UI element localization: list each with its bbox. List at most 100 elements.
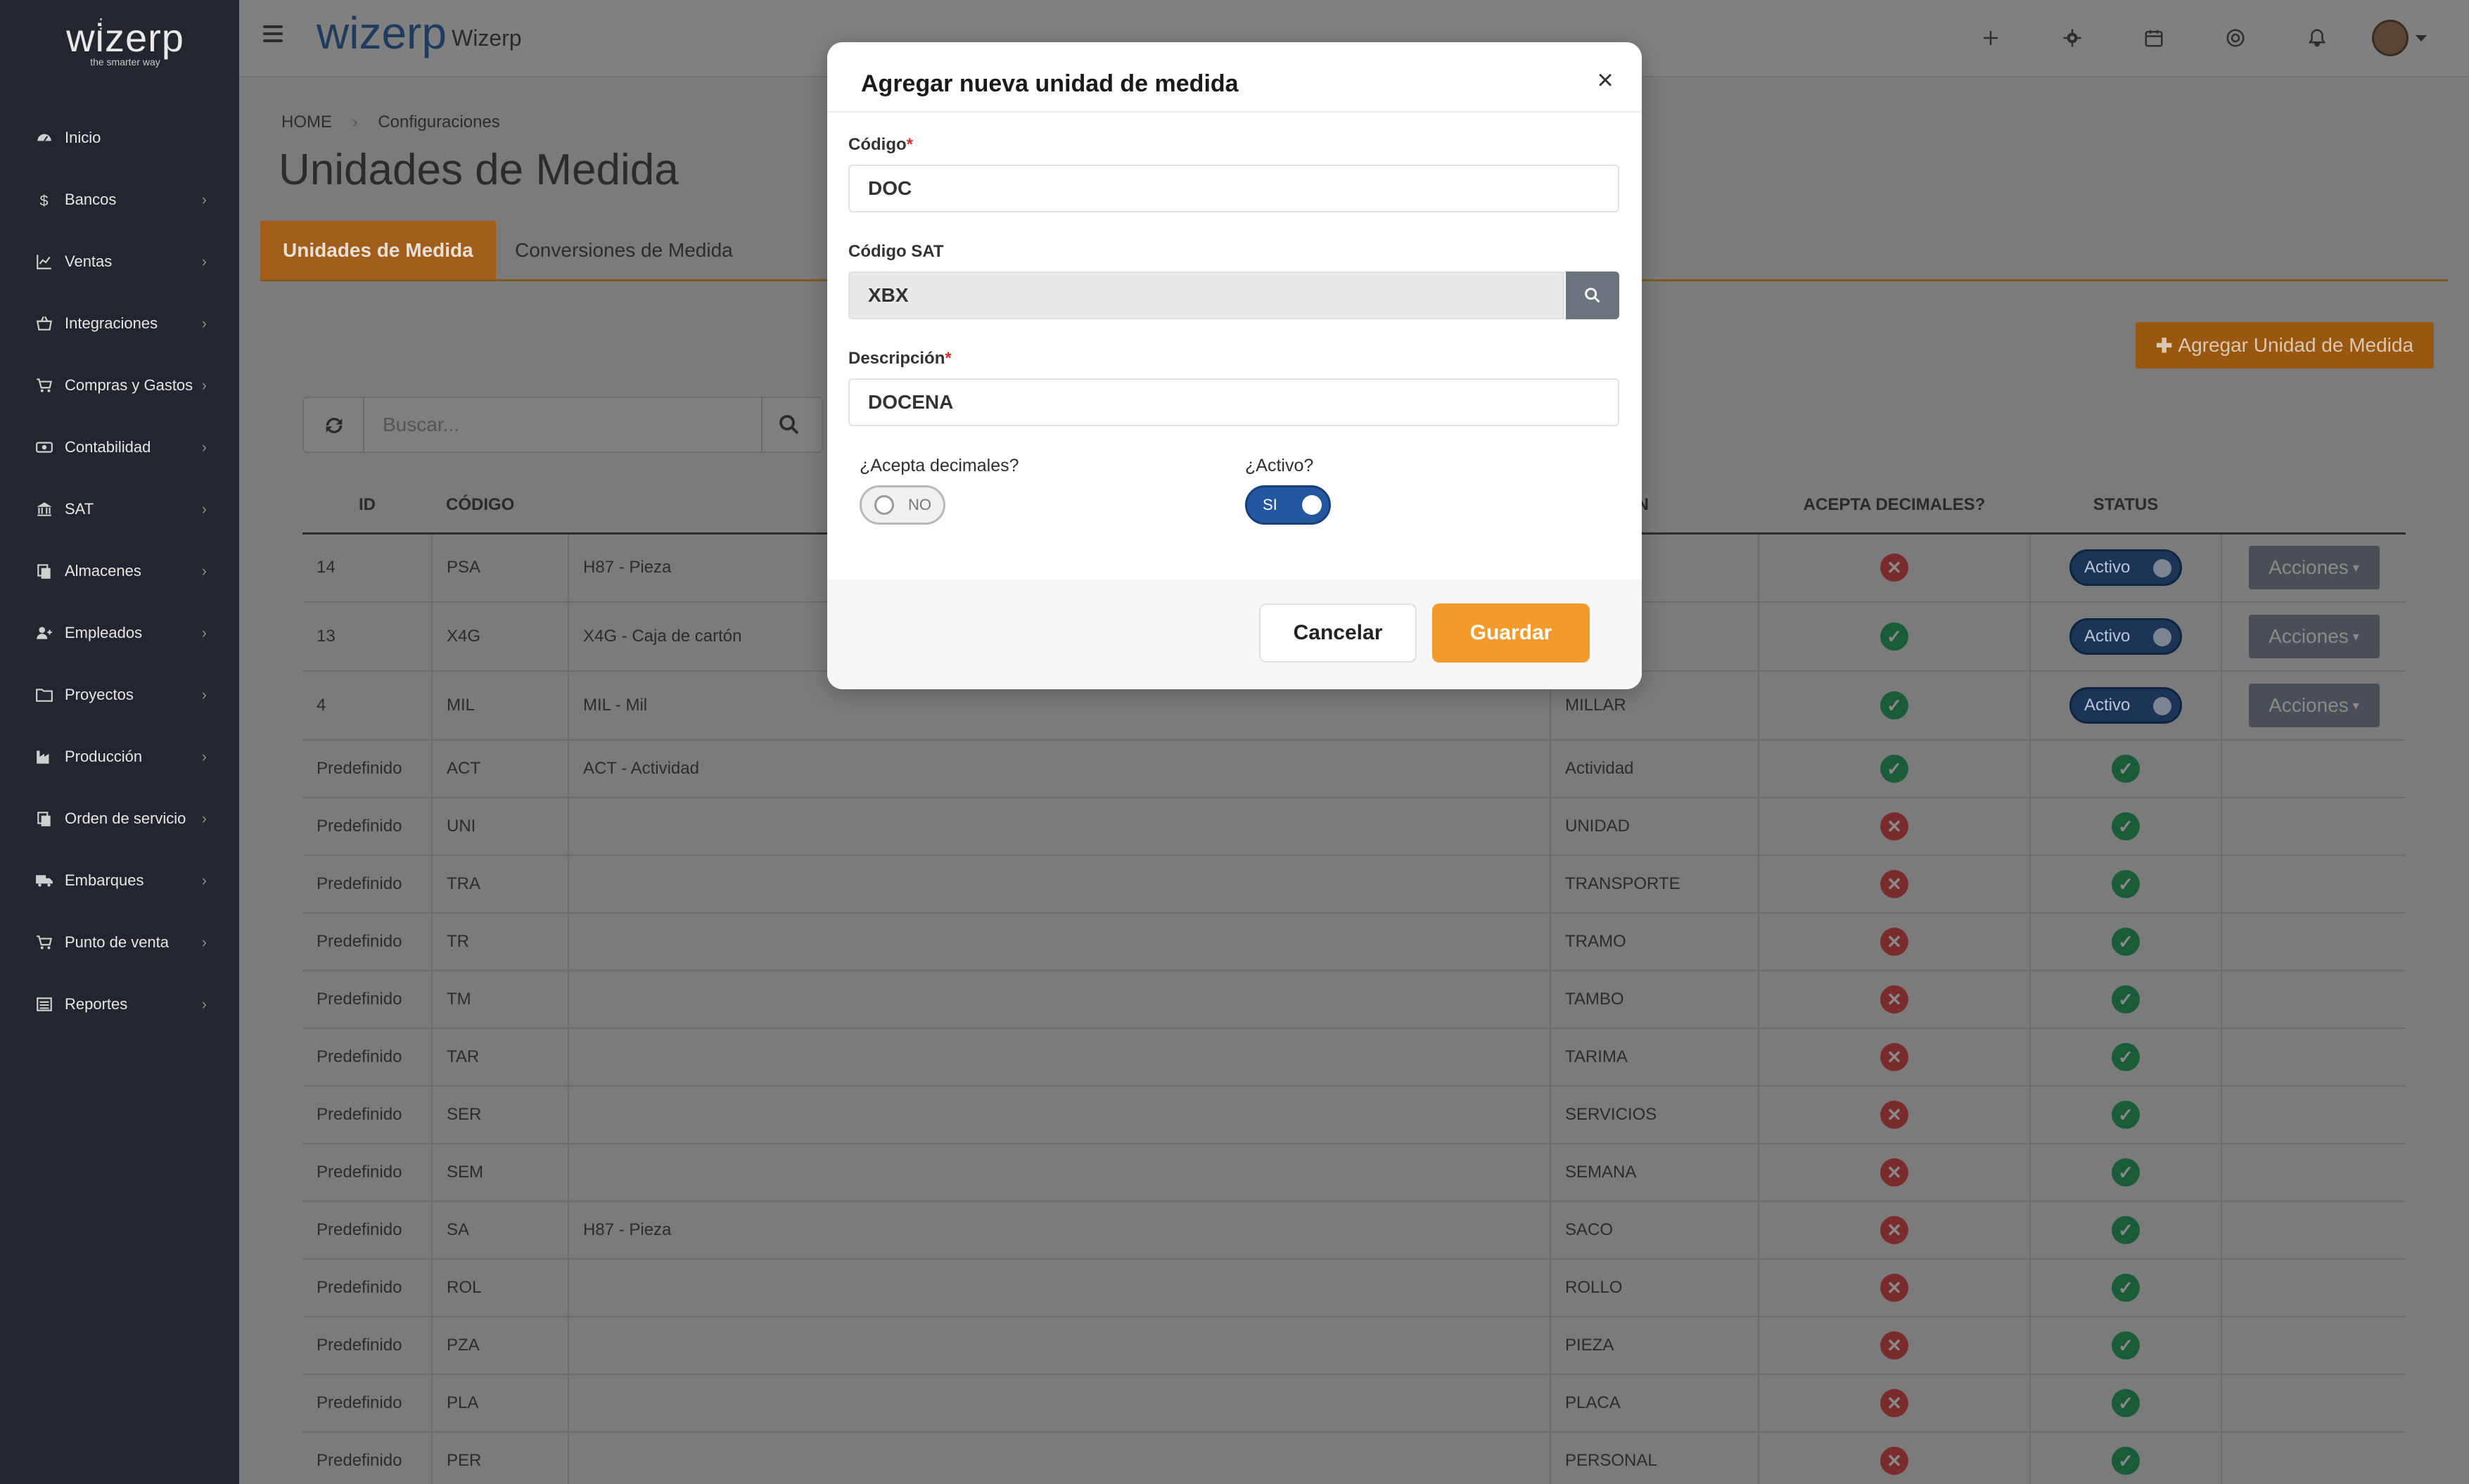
cell-sat-code: H87 - Pieza <box>568 1201 1551 1260</box>
sidebar-item-inicio[interactable]: Inicio <box>0 107 239 169</box>
breadcrumb-current[interactable]: Configuraciones <box>378 113 499 132</box>
cell-accepts-decimals: ✕ <box>1759 1144 2031 1202</box>
sidebar-item-integraciones[interactable]: Integraciones › <box>0 293 239 354</box>
cell-description: SERVICIOS <box>1550 1086 1759 1144</box>
active-label: ¿Activo? <box>1245 456 1314 475</box>
search-icon <box>1585 288 1600 303</box>
cancel-button[interactable]: Cancelar <box>1259 603 1417 663</box>
toggle-text: NO <box>908 496 931 513</box>
cell-code: ROL <box>432 1259 569 1317</box>
add-unit-button[interactable]: ✚ Agregar Unidad de Medida <box>2136 322 2434 369</box>
user-avatar[interactable] <box>2372 20 2409 56</box>
sidebar-item-empleados[interactable]: Empleados › <box>0 602 239 664</box>
status-toggle[interactable]: Activo <box>2069 618 2182 655</box>
cell-sat-code <box>568 798 1551 856</box>
header-code[interactable]: CÓDIGO <box>432 478 568 535</box>
sidebar-item-sat[interactable]: SAT › <box>0 478 239 540</box>
actions-dropdown-button[interactable]: Acciones ▾ <box>2248 546 2380 590</box>
sidebar-item-label: Punto de venta <box>65 933 170 951</box>
table-row[interactable]: Predefinido TAR TARIMA ✕ ✓ <box>302 1028 2406 1087</box>
sidebar-item-producción[interactable]: Producción › <box>0 726 239 788</box>
table-row[interactable]: Predefinido ROL ROLLO ✕ ✓ <box>302 1259 2406 1317</box>
table-row[interactable]: Predefinido UNI UNIDAD ✕ ✓ <box>302 798 2406 856</box>
description-input[interactable]: DOCENA <box>848 378 1619 426</box>
sidebar-item-punto-de-venta[interactable]: Punto de venta › <box>0 911 239 973</box>
header-accepts-decimals[interactable]: ACEPTA DECIMALES? <box>1759 478 2030 535</box>
table-row[interactable]: Predefinido TRA TRANSPORTE ✕ ✓ <box>302 855 2406 914</box>
cell-description: SEMANA <box>1550 1144 1759 1202</box>
plus-icon[interactable] <box>1950 18 2031 58</box>
sidebar-item-compras-y-gastos[interactable]: Compras y Gastos › <box>0 354 239 416</box>
actions-dropdown-button[interactable]: Acciones ▾ <box>2248 684 2380 727</box>
sidebar-item-embarques[interactable]: Embarques › <box>0 850 239 911</box>
search-icon[interactable] <box>777 412 802 437</box>
table-row[interactable]: Predefinido SEM SEMANA ✕ ✓ <box>302 1144 2406 1202</box>
save-button[interactable]: Guardar <box>1432 603 1590 663</box>
status-toggle[interactable]: Activo <box>2069 687 2182 724</box>
caret-down-icon: ▾ <box>2352 629 2359 644</box>
tab-conversiones-de-medida[interactable]: Conversiones de Medida <box>492 221 755 280</box>
table-row[interactable]: Predefinido TM TAMBO ✕ ✓ <box>302 971 2406 1029</box>
sidebar-item-bancos[interactable]: $ Bancos › <box>0 169 239 231</box>
tab-unidades-de-medida[interactable]: Unidades de Medida <box>260 221 496 280</box>
search-input[interactable]: Buscar... <box>383 414 459 436</box>
support-icon[interactable] <box>2195 18 2276 58</box>
actions-dropdown-button[interactable]: Acciones ▾ <box>2248 615 2380 658</box>
status-toggle[interactable]: Activo <box>2069 549 2182 587</box>
refresh-icon[interactable] <box>322 414 346 437</box>
table-row[interactable]: Predefinido PLA PLACA ✕ ✓ <box>302 1374 2406 1433</box>
table-row[interactable]: Predefinido TR TRAMO ✕ ✓ <box>302 913 2406 971</box>
bell-icon[interactable] <box>2276 18 2358 58</box>
close-icon[interactable]: × <box>1594 66 1616 94</box>
chevron-right-icon: › <box>201 314 207 332</box>
sidebar-item-proyectos[interactable]: Proyectos › <box>0 664 239 726</box>
cell-accepts-decimals: ✕ <box>1759 1028 2031 1087</box>
sat-search-button[interactable] <box>1566 271 1619 319</box>
table-row[interactable]: Predefinido ACT ACT - Actividad Actividad ✓ ✓ <box>302 740 2406 798</box>
check-circle-icon: ✓ <box>2112 1274 2140 1302</box>
check-circle-icon: ✓ <box>2112 1447 2140 1475</box>
cell-id: Predefinido <box>302 1259 433 1317</box>
sidebar-logo[interactable]: ⁚ wizerp the smarter way <box>62 15 189 79</box>
logo-wordmark: wizerp <box>66 15 184 60</box>
cell-description: TAMBO <box>1550 971 1759 1029</box>
sidebar-item-ventas[interactable]: Ventas › <box>0 231 239 293</box>
check-circle-icon: ✓ <box>2112 1101 2140 1129</box>
accepts-decimals-toggle[interactable]: NO <box>860 485 945 525</box>
x-circle-icon: ✕ <box>1880 985 1908 1013</box>
table-row[interactable]: Predefinido SER SERVICIOS ✕ ✓ <box>302 1086 2406 1144</box>
calendar-icon[interactable] <box>2113 18 2195 58</box>
header-status[interactable]: STATUS <box>2030 478 2221 535</box>
sidebar-item-reportes[interactable]: Reportes › <box>0 973 239 1035</box>
cell-code: MIL <box>432 671 569 741</box>
toggle-knob <box>2153 628 2171 646</box>
cell-code: PLA <box>432 1374 569 1433</box>
svg-text:$: $ <box>40 192 49 209</box>
sidebar-item-contabilidad[interactable]: Contabilidad › <box>0 416 239 478</box>
x-circle-icon: ✕ <box>1880 554 1908 582</box>
app-title: Wizerp <box>452 25 522 51</box>
hamburger-menu-icon[interactable] <box>263 25 283 45</box>
active-toggle[interactable]: SI <box>1245 485 1331 525</box>
sidebar-item-label: Almacenes <box>65 562 141 580</box>
gear-icon[interactable] <box>2031 18 2113 58</box>
sidebar-item-orden-de-servicio[interactable]: Orden de servicio › <box>0 788 239 850</box>
cell-code: PER <box>432 1432 569 1484</box>
table-row[interactable]: Predefinido PER PERSONAL ✕ ✓ <box>302 1432 2406 1484</box>
basket-icon <box>34 313 55 334</box>
cell-actions <box>2221 913 2406 971</box>
header-id[interactable]: ID <box>302 478 432 535</box>
sat-code-input[interactable]: XBX <box>848 271 1564 319</box>
breadcrumb-home[interactable]: HOME <box>281 113 332 132</box>
table-row[interactable]: Predefinido PZA PIEZA ✕ ✓ <box>302 1317 2406 1375</box>
sidebar-item-almacenes[interactable]: Almacenes › <box>0 540 239 602</box>
user-menu-caret-icon[interactable] <box>2416 34 2427 41</box>
topbar-logo[interactable]: wizerp <box>317 7 447 59</box>
add-unit-modal: Agregar nueva unidad de medida × Código*… <box>827 42 1642 689</box>
sidebar-item-label: Contabilidad <box>65 438 151 456</box>
x-circle-icon: ✕ <box>1880 1101 1908 1129</box>
cell-id: Predefinido <box>302 913 433 971</box>
check-circle-icon: ✓ <box>1880 755 1908 783</box>
table-row[interactable]: Predefinido SA H87 - Pieza SACO ✕ ✓ <box>302 1201 2406 1260</box>
code-input[interactable]: DOC <box>848 165 1619 212</box>
